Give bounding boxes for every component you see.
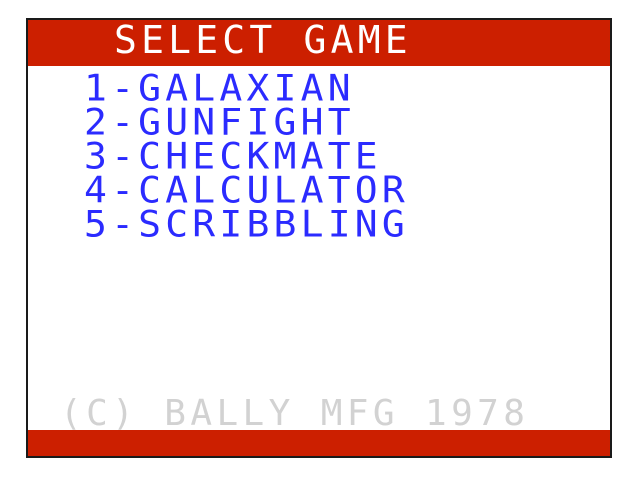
menu-item-checkmate[interactable]: 3-CHECKMATE — [84, 138, 409, 174]
copyright-notice: (C) BALLY MFG 1978 — [60, 393, 530, 434]
menu-item-gunfight[interactable]: 2-GUNFIGHT — [84, 104, 409, 140]
screen-title: SELECT GAME — [114, 18, 412, 62]
menu-item-scribbling[interactable]: 5-SCRIBBLING — [84, 206, 409, 242]
game-menu: 1-GALAXIAN 2-GUNFIGHT 3-CHECKMATE 4-CALC… — [84, 70, 409, 242]
menu-item-galaxian[interactable]: 1-GALAXIAN — [84, 70, 409, 106]
menu-item-calculator[interactable]: 4-CALCULATOR — [84, 172, 409, 208]
title-bar: SELECT GAME — [28, 20, 610, 66]
game-screen: SELECT GAME 1-GALAXIAN 2-GUNFIGHT 3-CHEC… — [26, 18, 612, 458]
bottom-bar — [28, 430, 610, 456]
